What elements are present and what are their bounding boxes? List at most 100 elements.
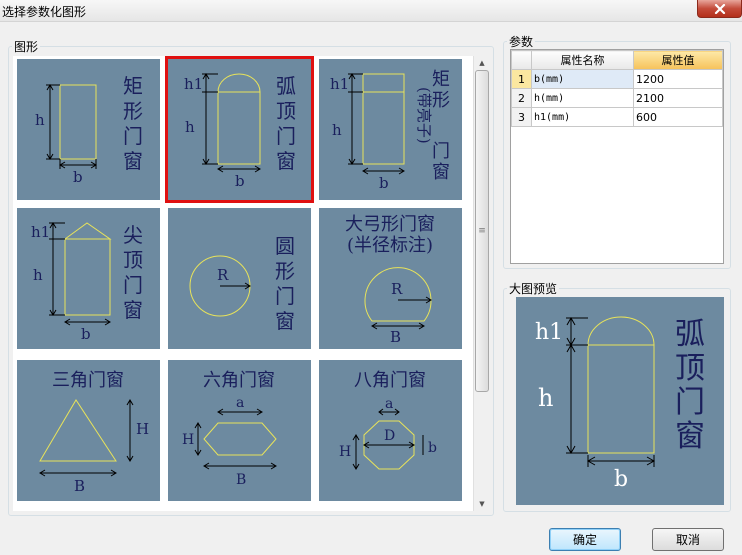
scroll-down-button[interactable]: ▼: [474, 497, 490, 511]
dim-label: b: [73, 168, 83, 186]
tile-caption: 窗: [276, 149, 296, 173]
dim-label: h: [332, 121, 342, 139]
dim-label: H: [182, 432, 194, 448]
shapes-group-label: 图形: [12, 38, 41, 55]
tile-caption: 窗: [123, 298, 143, 322]
param-name: h(mm): [531, 88, 634, 108]
dim-label: h: [35, 111, 45, 129]
dim-label: b: [428, 440, 437, 456]
tile-rect-window[interactable]: h b 矩 形 门 窗: [17, 59, 160, 200]
param-value-cell[interactable]: 1200: [633, 69, 723, 89]
dim-label: H: [136, 420, 149, 438]
dim-label: B: [74, 477, 85, 495]
dim-label: H: [339, 444, 351, 460]
dim-label: h: [538, 384, 553, 412]
dim-label: B: [390, 328, 401, 346]
tile-caption: 矩: [432, 69, 450, 90]
close-button[interactable]: [697, 0, 742, 18]
tile-caption: 窗: [275, 309, 295, 333]
grip-icon: ≡: [478, 226, 486, 236]
arrow-up-icon: ▲: [479, 59, 485, 67]
tile-octagon-window[interactable]: a D H b 八角门窗: [319, 360, 462, 501]
tile-caption: 顶: [123, 248, 143, 272]
tile-title: 大弓形门窗: [345, 214, 435, 235]
tile-caption: 形: [275, 259, 295, 283]
tile-caption-paren: (带亮子): [415, 87, 433, 144]
params-grid: 属性名称 属性值 1 b(mm) 1200 2 h(mm) 2100 3 h1(…: [510, 49, 724, 264]
shapes-scrollbar[interactable]: ▲ ≡ ▼: [473, 56, 489, 511]
dim-label: B: [236, 472, 246, 488]
tile-rect-window-transom[interactable]: h1 h b 矩 形 门 窗 (带亮子): [319, 59, 462, 200]
tile-caption: 顶: [276, 99, 296, 123]
scroll-thumb[interactable]: ≡: [475, 70, 489, 392]
tile-subtitle: (半径标注): [347, 235, 433, 256]
scroll-up-button[interactable]: ▲: [474, 56, 490, 70]
tile-caption: 窗: [432, 162, 450, 183]
row-number: 1: [511, 69, 532, 89]
dim-label: h: [33, 266, 43, 284]
param-name: h1(mm): [531, 107, 634, 127]
tile-title: 八角门窗: [354, 370, 426, 391]
preview-caption: 窗: [675, 419, 705, 454]
tile-caption: 弧: [276, 74, 296, 98]
grid-corner: [511, 50, 532, 70]
table-row[interactable]: 3 h1(mm) 600: [511, 107, 723, 127]
dim-label: a: [385, 396, 393, 412]
dim-label: h1: [330, 75, 349, 93]
preview-caption: 门: [675, 385, 705, 420]
tile-caption: 尖: [123, 223, 143, 247]
table-row[interactable]: 1 b(mm) 1200: [511, 69, 723, 89]
param-value-cell[interactable]: 600: [633, 107, 723, 127]
tile-large-bow-window[interactable]: R B 大弓形门窗 (半径标注): [319, 208, 462, 349]
row-number: 2: [511, 88, 532, 108]
tile-caption: 矩: [123, 74, 143, 98]
param-name: b(mm): [531, 69, 634, 89]
preview-caption: 弧: [675, 317, 705, 352]
title-bar: 选择参数化图形: [0, 0, 742, 22]
dim-label: h1: [535, 320, 563, 345]
tile-caption: 圆: [275, 234, 295, 258]
preview-image: h1 h b 弧 顶 门 窗: [516, 297, 724, 505]
tile-title: 三角门窗: [52, 370, 124, 391]
tile-arch-window[interactable]: h1 h b 弧 顶 门 窗: [165, 56, 314, 203]
tile-caption: 门: [123, 124, 143, 148]
arrow-down-icon: ▼: [479, 500, 485, 508]
dim-label: a: [236, 395, 244, 411]
tile-pointed-window[interactable]: h1 h b 尖 顶 门 窗: [17, 208, 160, 349]
params-group-label: 参数: [507, 33, 536, 50]
dim-label: b: [379, 174, 389, 192]
dim-label: b: [235, 172, 245, 190]
preview-caption: 顶: [675, 351, 705, 386]
tile-caption: 窗: [123, 149, 143, 173]
column-header-name[interactable]: 属性名称: [531, 50, 634, 70]
close-icon: [714, 3, 725, 14]
window-title: 选择参数化图形: [2, 5, 87, 19]
dim-label: h1: [184, 75, 203, 93]
tile-caption: 门: [275, 284, 295, 308]
shapes-list: h b 矩 形 门 窗 h1 h b 弧 顶 门 窗 h1 h b 矩 形 门 …: [13, 56, 473, 511]
dim-label: R: [217, 266, 229, 284]
dim-label: R: [391, 280, 403, 298]
dim-label: h: [185, 118, 195, 136]
param-value-cell[interactable]: 2100: [633, 88, 723, 108]
tile-triangle-window[interactable]: H B 三角门窗: [17, 360, 160, 501]
tile-caption: 门: [432, 141, 450, 162]
column-header-value[interactable]: 属性值: [633, 50, 723, 70]
table-row[interactable]: 2 h(mm) 2100: [511, 88, 723, 108]
tile-caption: 形: [432, 90, 450, 111]
dim-label: b: [614, 467, 628, 492]
cancel-button[interactable]: 取消: [652, 528, 724, 551]
dim-label: D: [384, 428, 395, 444]
tile-hexagon-window[interactable]: a H B 六角门窗: [168, 360, 311, 501]
tile-caption: 门: [123, 273, 143, 297]
dim-label: h1: [31, 223, 50, 241]
tile-circle-window[interactable]: R 圆 形 门 窗: [168, 208, 311, 349]
tile-caption: 形: [123, 99, 143, 123]
grid-header-row: 属性名称 属性值: [511, 50, 723, 70]
tile-caption: 门: [276, 124, 296, 148]
tile-title: 六角门窗: [203, 370, 275, 391]
preview-group-label: 大图预览: [507, 280, 560, 297]
row-number: 3: [511, 107, 532, 127]
dim-label: b: [81, 325, 91, 343]
ok-button[interactable]: 确定: [549, 528, 621, 551]
